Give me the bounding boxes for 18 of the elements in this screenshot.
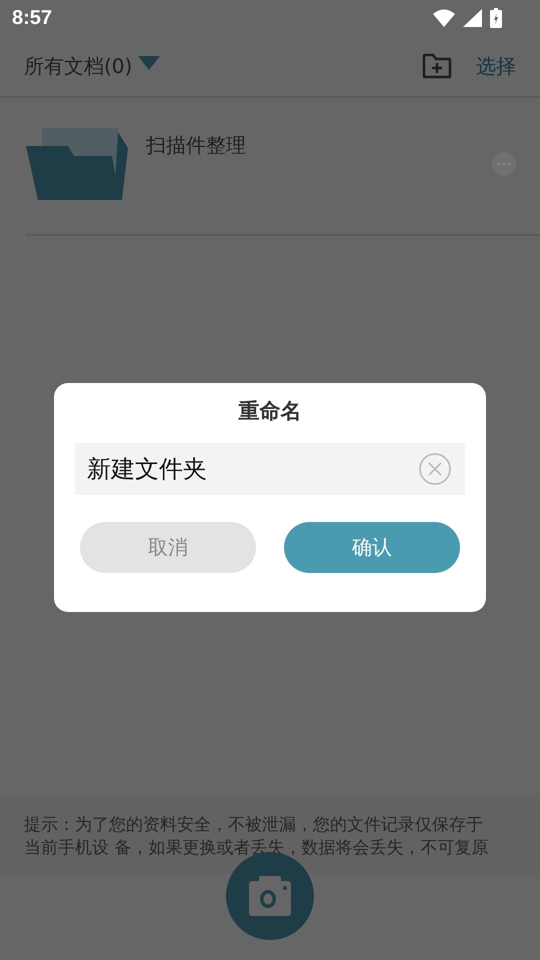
- dropdown-icon[interactable]: [138, 56, 160, 70]
- folder-name: 扫描件整理: [146, 132, 246, 159]
- camera-icon: [249, 876, 291, 916]
- header-title[interactable]: 所有文档(0): [24, 52, 132, 80]
- dialog-title: 重命名: [238, 398, 302, 425]
- folder-item[interactable]: 扫描件整理: [26, 98, 540, 236]
- more-icon[interactable]: [492, 152, 516, 176]
- clear-icon[interactable]: [419, 453, 451, 485]
- cancel-button[interactable]: 取消: [80, 522, 256, 573]
- new-folder-icon[interactable]: [422, 53, 452, 79]
- wifi-icon: [433, 9, 455, 27]
- name-input-field[interactable]: 新建文件夹: [75, 443, 465, 495]
- confirm-button[interactable]: 确认: [284, 522, 460, 573]
- signal-icon: [463, 9, 482, 27]
- folder-icon: [26, 128, 130, 202]
- battery-icon: [490, 8, 502, 28]
- status-time: 8:57: [12, 6, 52, 30]
- select-link[interactable]: 选择: [476, 52, 516, 80]
